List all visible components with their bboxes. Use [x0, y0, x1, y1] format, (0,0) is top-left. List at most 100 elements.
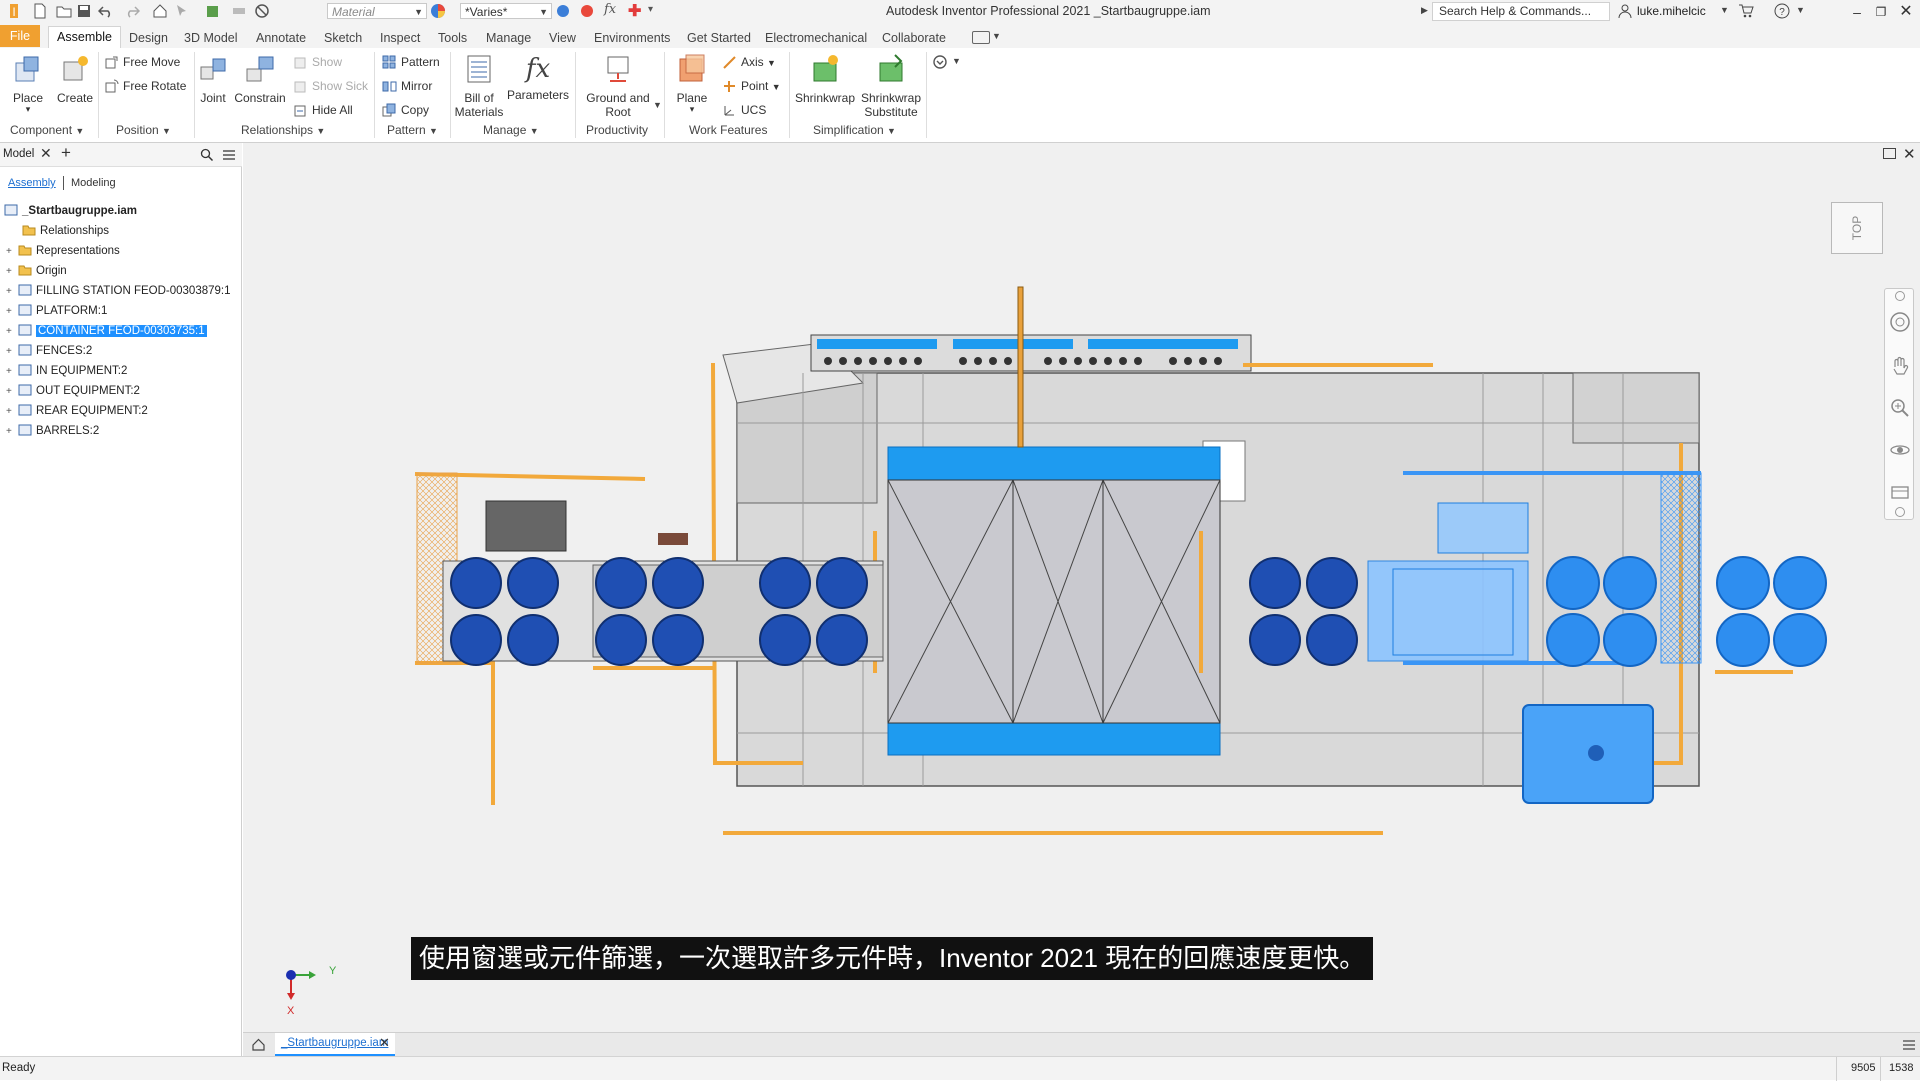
- close-icon[interactable]: ✕: [1903, 145, 1916, 163]
- save-icon[interactable]: [76, 3, 92, 19]
- tree-item-rear-equipment[interactable]: + REAR EQUIPMENT:2: [6, 402, 148, 420]
- pattern-button[interactable]: Pattern: [382, 53, 440, 71]
- gear-dropdown-icon[interactable]: [932, 54, 948, 70]
- expand-icon[interactable]: +: [6, 303, 15, 321]
- tab-manage[interactable]: Manage: [486, 30, 531, 50]
- show-button[interactable]: Show: [293, 53, 342, 71]
- tab-collaborate[interactable]: Collaborate: [882, 30, 946, 50]
- restore-icon[interactable]: ❐: [1872, 3, 1890, 21]
- shrinkwrap-substitute-button[interactable]: Shrinkwrap Substitute: [858, 53, 924, 119]
- manage-panel-label[interactable]: Manage ▼: [483, 123, 539, 137]
- redo-icon[interactable]: [124, 3, 140, 19]
- tree-item-barrels[interactable]: + BARRELS:2: [6, 422, 99, 440]
- zoom-icon[interactable]: [1889, 397, 1911, 419]
- customize-qat-icon[interactable]: ▾: [648, 4, 653, 15]
- new-file-icon[interactable]: [32, 3, 48, 19]
- tree-item-relationships[interactable]: Relationships: [10, 222, 109, 240]
- close-icon[interactable]: ✕: [1897, 3, 1915, 21]
- expand-icon[interactable]: +: [6, 243, 15, 261]
- copy-button[interactable]: Copy: [382, 101, 429, 119]
- chevron-down-icon[interactable]: ▼: [1796, 5, 1805, 15]
- component-panel-label[interactable]: Component ▼: [10, 123, 84, 137]
- open-folder-icon[interactable]: [56, 3, 72, 19]
- maximize-viewport-icon[interactable]: [1883, 148, 1896, 159]
- expand-icon[interactable]: +: [6, 423, 15, 441]
- search-expand-icon[interactable]: ▶: [1421, 5, 1428, 16]
- expand-icon[interactable]: +: [6, 283, 15, 301]
- steering-wheel-icon[interactable]: [1889, 311, 1911, 333]
- plane-button[interactable]: Plane ▾: [670, 53, 714, 114]
- close-icon[interactable]: ✕: [379, 1035, 390, 1051]
- free-rotate-button[interactable]: Free Rotate: [104, 77, 186, 95]
- assembly-model-render[interactable]: [243, 143, 1920, 1032]
- appearance-dropdown[interactable]: *Varies* ▼: [460, 3, 552, 19]
- expand-icon[interactable]: +: [6, 383, 15, 401]
- tree-item-platform[interactable]: + PLATFORM:1: [6, 302, 107, 320]
- tree-item-filling-station[interactable]: + FILLING STATION FEOD-00303879:1: [6, 282, 231, 300]
- tree-item-in-equipment[interactable]: + IN EQUIPMENT:2: [6, 362, 127, 380]
- relationships-panel-label[interactable]: Relationships ▼: [241, 123, 325, 137]
- tree-item-representations[interactable]: + Representations: [6, 242, 120, 260]
- material-dropdown[interactable]: Material ▼: [327, 3, 427, 19]
- fx-parameters-icon[interactable]: fx: [604, 2, 616, 17]
- navbar-close-icon[interactable]: [1895, 291, 1905, 301]
- home-icon[interactable]: [152, 3, 168, 19]
- ground-and-root-button[interactable]: Ground and Root: [582, 53, 654, 119]
- hide-all-button[interactable]: Hide All: [293, 101, 353, 119]
- chevron-down-icon[interactable]: ▼: [1720, 5, 1729, 15]
- viewcube[interactable]: TOP: [1831, 202, 1883, 254]
- shrinkwrap-button[interactable]: Shrinkwrap: [794, 53, 856, 105]
- tab-annotate[interactable]: Annotate: [256, 30, 306, 50]
- look-at-icon[interactable]: [1889, 481, 1911, 503]
- help-search-input[interactable]: Search Help & Commands...: [1432, 2, 1610, 21]
- chevron-down-icon[interactable]: ▼: [952, 56, 961, 66]
- expand-icon[interactable]: +: [6, 403, 15, 421]
- tree-item-fences[interactable]: + FENCES:2: [6, 342, 92, 360]
- tab-tools[interactable]: Tools: [438, 30, 467, 50]
- create-button[interactable]: Create: [54, 53, 96, 105]
- document-tab[interactable]: _Startbaugruppe.iam ✕: [275, 1033, 395, 1056]
- expand-icon[interactable]: +: [6, 263, 15, 281]
- measure-icon[interactable]: [231, 3, 247, 19]
- simplification-panel-label[interactable]: Simplification ▼: [813, 123, 896, 137]
- tab-environments[interactable]: Environments: [594, 30, 670, 50]
- tab-inspect[interactable]: Inspect: [380, 30, 420, 50]
- browser-tab-model[interactable]: Model: [3, 148, 34, 160]
- axis-button[interactable]: Axis ▼: [722, 53, 776, 71]
- graphics-viewport[interactable]: Y X: [243, 143, 1920, 1032]
- search-icon[interactable]: [200, 148, 214, 162]
- browser-mode-assembly[interactable]: Assembly: [8, 177, 56, 189]
- add-tab-icon[interactable]: +: [61, 143, 71, 163]
- home-icon[interactable]: [251, 1037, 266, 1052]
- adjust-appearance-icon[interactable]: [555, 3, 571, 19]
- ucs-button[interactable]: UCS: [722, 101, 766, 119]
- clear-appearance-icon[interactable]: [579, 3, 595, 19]
- tab-design[interactable]: Design: [129, 30, 168, 50]
- expand-icon[interactable]: +: [6, 343, 15, 361]
- tree-item-origin[interactable]: + Origin: [6, 262, 67, 280]
- undo-icon[interactable]: [98, 3, 114, 19]
- tab-view[interactable]: View: [549, 30, 576, 50]
- orbit-icon[interactable]: [1889, 439, 1911, 461]
- tab-get-started[interactable]: Get Started: [687, 30, 751, 50]
- expand-icon[interactable]: +: [6, 363, 15, 381]
- cart-icon[interactable]: [1738, 3, 1754, 19]
- minimize-icon[interactable]: –: [1848, 3, 1866, 21]
- position-panel-label[interactable]: Position ▼: [116, 123, 171, 137]
- constrain-button[interactable]: Constrain: [233, 53, 287, 105]
- place-button[interactable]: Place ▾: [8, 53, 48, 114]
- navbar-options-icon[interactable]: [1895, 507, 1905, 517]
- close-icon[interactable]: ✕: [40, 145, 52, 162]
- user-name[interactable]: luke.mihelcic: [1637, 4, 1706, 18]
- update-icon[interactable]: [205, 3, 221, 19]
- show-sick-button[interactable]: Show Sick: [293, 77, 368, 95]
- help-icon[interactable]: ?: [1774, 3, 1790, 19]
- tree-item-out-equipment[interactable]: + OUT EQUIPMENT:2: [6, 382, 140, 400]
- menu-icon[interactable]: [1902, 1038, 1916, 1052]
- free-move-button[interactable]: Free Move: [104, 53, 180, 71]
- browser-mode-modeling[interactable]: Modeling: [71, 177, 116, 189]
- tab-assemble[interactable]: Assemble: [48, 26, 121, 48]
- tab-file[interactable]: File: [0, 25, 40, 47]
- chevron-down-icon[interactable]: ▼: [992, 31, 1001, 41]
- joint-button[interactable]: Joint: [196, 53, 230, 105]
